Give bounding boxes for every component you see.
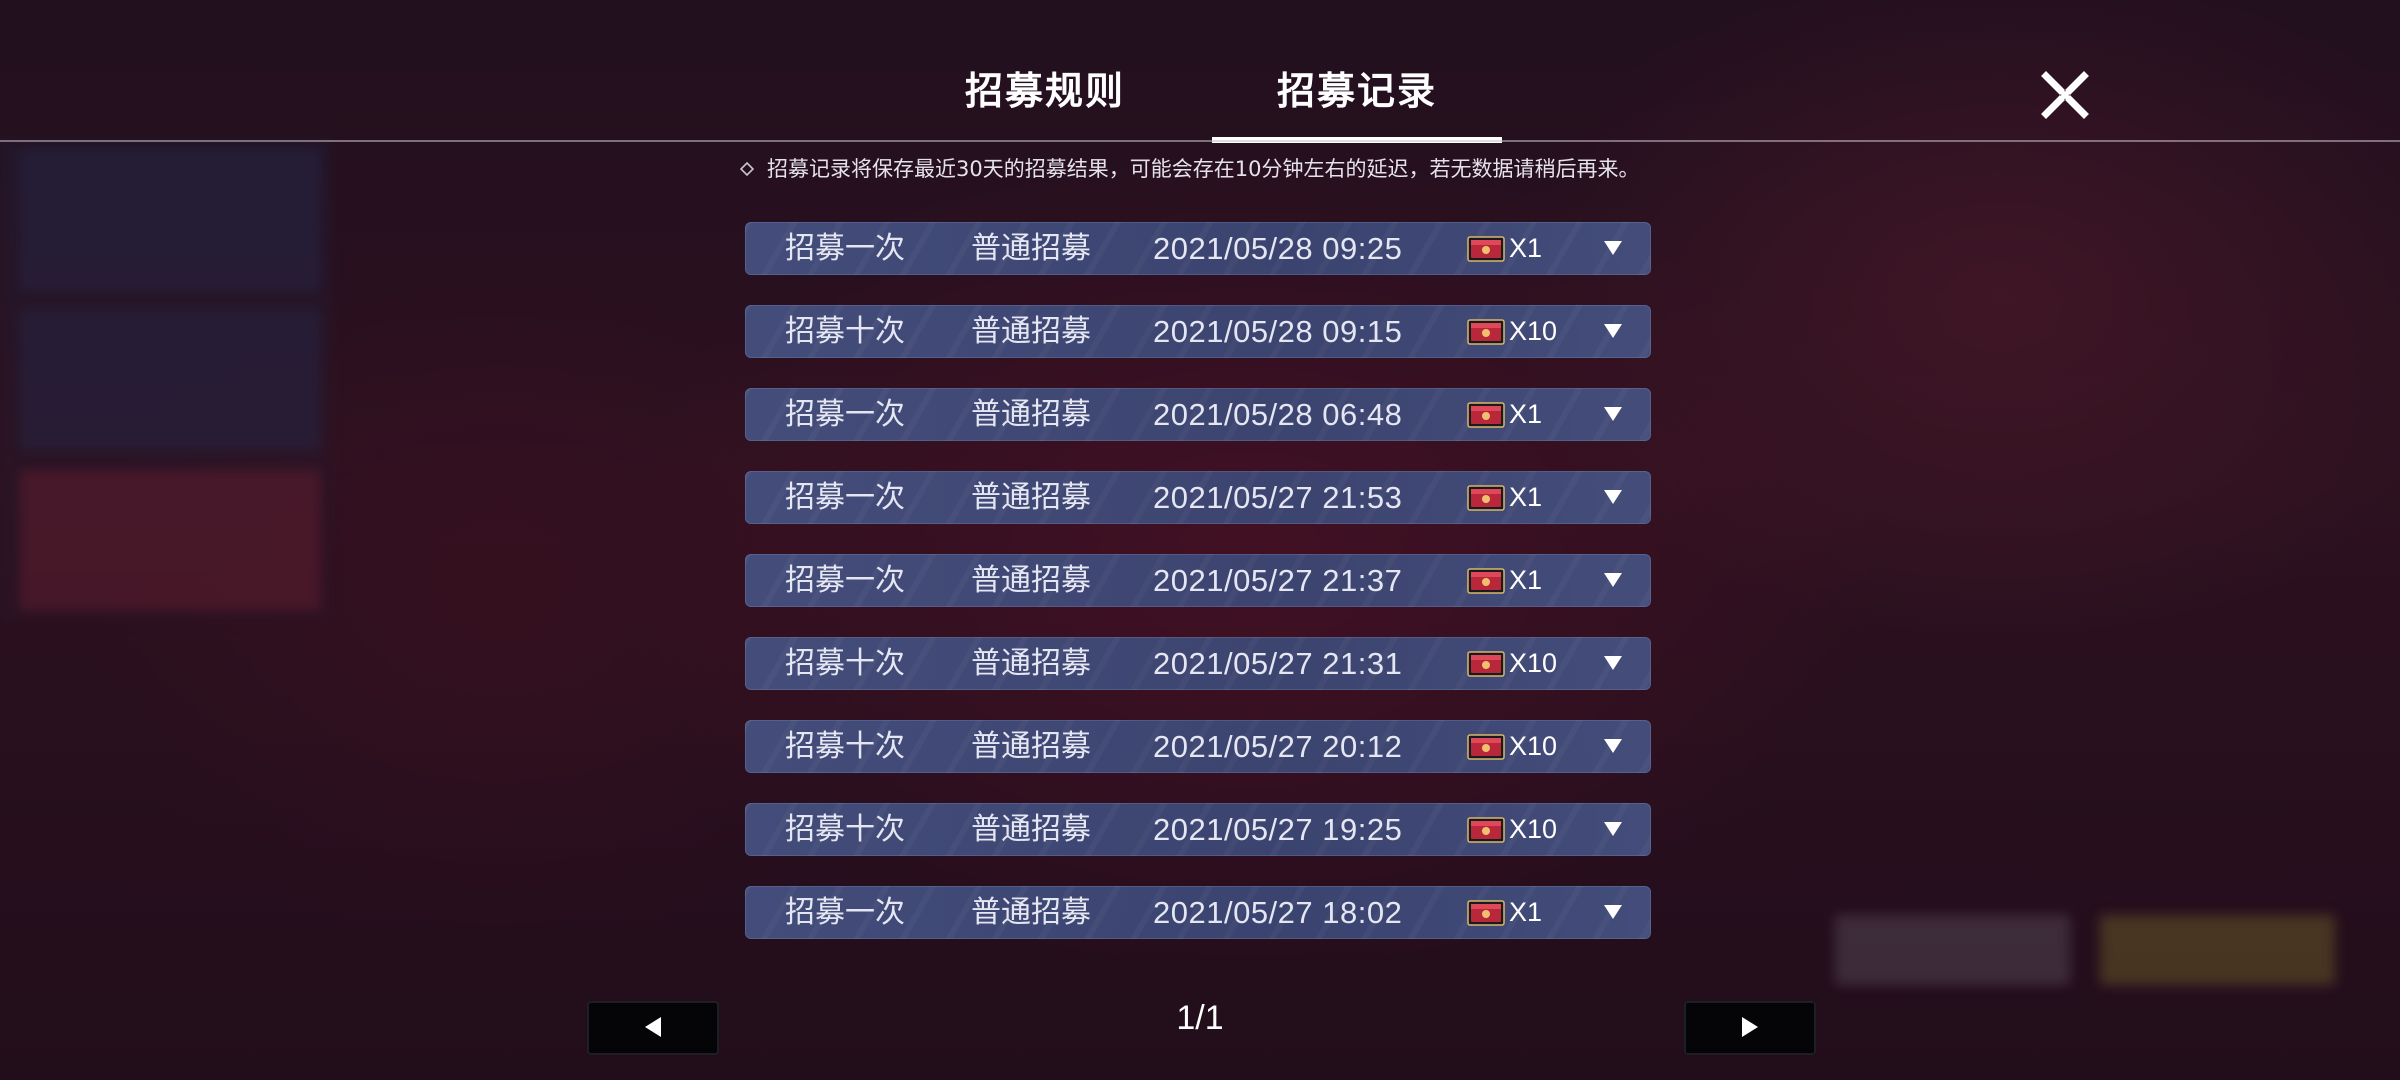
expand-triangle-icon[interactable] xyxy=(1603,489,1623,505)
recruit-ticket-icon xyxy=(1467,485,1505,511)
previous-page-button[interactable] xyxy=(587,1001,719,1055)
recruit-ticket-icon xyxy=(1467,402,1505,428)
record-type: 招募一次 xyxy=(785,231,905,266)
recruit-ticket-icon xyxy=(1467,651,1505,677)
record-time: 2021/05/27 21:31 xyxy=(1153,646,1403,681)
header: 招募规则 招募记录 xyxy=(0,0,2400,143)
record-pool: 普通招募 xyxy=(971,646,1091,681)
record-pool: 普通招募 xyxy=(971,812,1091,847)
record-type: 招募一次 xyxy=(785,480,905,515)
tab-recruit-records[interactable]: 招募记录 xyxy=(1212,60,1502,120)
expand-triangle-icon[interactable] xyxy=(1603,323,1623,339)
tab-recruit-rules[interactable]: 招募规则 xyxy=(930,60,1160,120)
recruit-ticket-icon xyxy=(1467,900,1505,926)
record-count: X1 xyxy=(1509,897,1543,927)
page-indicator: 1/1 xyxy=(1176,999,1224,1037)
expand-triangle-icon[interactable] xyxy=(1603,406,1623,422)
record-row[interactable]: 招募十次 普通招募 2021/05/27 21:31 X10 xyxy=(745,637,1651,690)
notice-text: 招募记录将保存最近30天的招募结果，可能会存在10分钟左右的延迟，若无数据请稍后… xyxy=(767,157,1640,181)
recruit-ticket-icon xyxy=(1467,568,1505,594)
record-pool: 普通招募 xyxy=(971,563,1091,598)
record-row[interactable]: 招募十次 普通招募 2021/05/27 19:25 X10 xyxy=(745,803,1651,856)
record-time: 2021/05/28 09:25 xyxy=(1153,231,1403,266)
expand-triangle-icon[interactable] xyxy=(1603,738,1623,754)
record-time: 2021/05/28 09:15 xyxy=(1153,314,1403,349)
record-row[interactable]: 招募一次 普通招募 2021/05/27 21:37 X1 xyxy=(745,554,1651,607)
record-time: 2021/05/27 20:12 xyxy=(1153,729,1403,764)
record-time: 2021/05/27 21:37 xyxy=(1153,563,1403,598)
record-type: 招募十次 xyxy=(785,314,905,349)
record-row[interactable]: 招募一次 普通招募 2021/05/28 09:25 X1 xyxy=(745,222,1651,275)
record-pool: 普通招募 xyxy=(971,729,1091,764)
record-row[interactable]: 招募一次 普通招募 2021/05/27 21:53 X1 xyxy=(745,471,1651,524)
record-pool: 普通招募 xyxy=(971,895,1091,930)
record-pool: 普通招募 xyxy=(971,231,1091,266)
record-pool: 普通招募 xyxy=(971,314,1091,349)
record-count: X1 xyxy=(1509,565,1543,595)
record-type: 招募十次 xyxy=(785,646,905,681)
record-type: 招募一次 xyxy=(785,563,905,598)
record-count: X1 xyxy=(1509,482,1543,512)
recruit-ticket-icon xyxy=(1467,236,1505,262)
next-page-button[interactable] xyxy=(1684,1001,1816,1055)
header-divider xyxy=(0,140,2400,142)
record-count: X10 xyxy=(1509,648,1558,678)
recruit-ticket-icon xyxy=(1467,817,1505,843)
record-type: 招募一次 xyxy=(785,895,905,930)
diamond-bullet-icon xyxy=(740,162,754,176)
expand-triangle-icon[interactable] xyxy=(1603,821,1623,837)
recruit-ticket-icon xyxy=(1467,734,1505,760)
record-type: 招募一次 xyxy=(785,397,905,432)
record-time: 2021/05/28 06:48 xyxy=(1153,397,1403,432)
record-count: X10 xyxy=(1509,814,1558,844)
record-count: X10 xyxy=(1509,316,1558,346)
record-type: 招募十次 xyxy=(785,812,905,847)
record-count: X1 xyxy=(1509,233,1543,263)
expand-triangle-icon[interactable] xyxy=(1603,572,1623,588)
record-count: X10 xyxy=(1509,731,1558,761)
close-button[interactable] xyxy=(2040,70,2090,120)
expand-triangle-icon[interactable] xyxy=(1603,904,1623,920)
record-pool: 普通招募 xyxy=(971,480,1091,515)
expand-triangle-icon[interactable] xyxy=(1603,655,1623,671)
recruit-ticket-icon xyxy=(1467,319,1505,345)
record-pool: 普通招募 xyxy=(971,397,1091,432)
record-row[interactable]: 招募一次 普通招募 2021/05/27 18:02 X1 xyxy=(745,886,1651,939)
triangle-left-icon xyxy=(645,1017,661,1037)
expand-triangle-icon[interactable] xyxy=(1603,240,1623,256)
record-time: 2021/05/27 18:02 xyxy=(1153,895,1403,930)
record-row[interactable]: 招募一次 普通招募 2021/05/28 06:48 X1 xyxy=(745,388,1651,441)
record-time: 2021/05/27 21:53 xyxy=(1153,480,1403,515)
record-row[interactable]: 招募十次 普通招募 2021/05/27 20:12 X10 xyxy=(745,720,1651,773)
record-row[interactable]: 招募十次 普通招募 2021/05/28 09:15 X10 xyxy=(745,305,1651,358)
close-x-icon xyxy=(2041,71,2089,119)
record-type: 招募十次 xyxy=(785,729,905,764)
record-time: 2021/05/27 19:25 xyxy=(1153,812,1403,847)
triangle-right-icon xyxy=(1742,1017,1758,1037)
record-count: X1 xyxy=(1509,399,1543,429)
